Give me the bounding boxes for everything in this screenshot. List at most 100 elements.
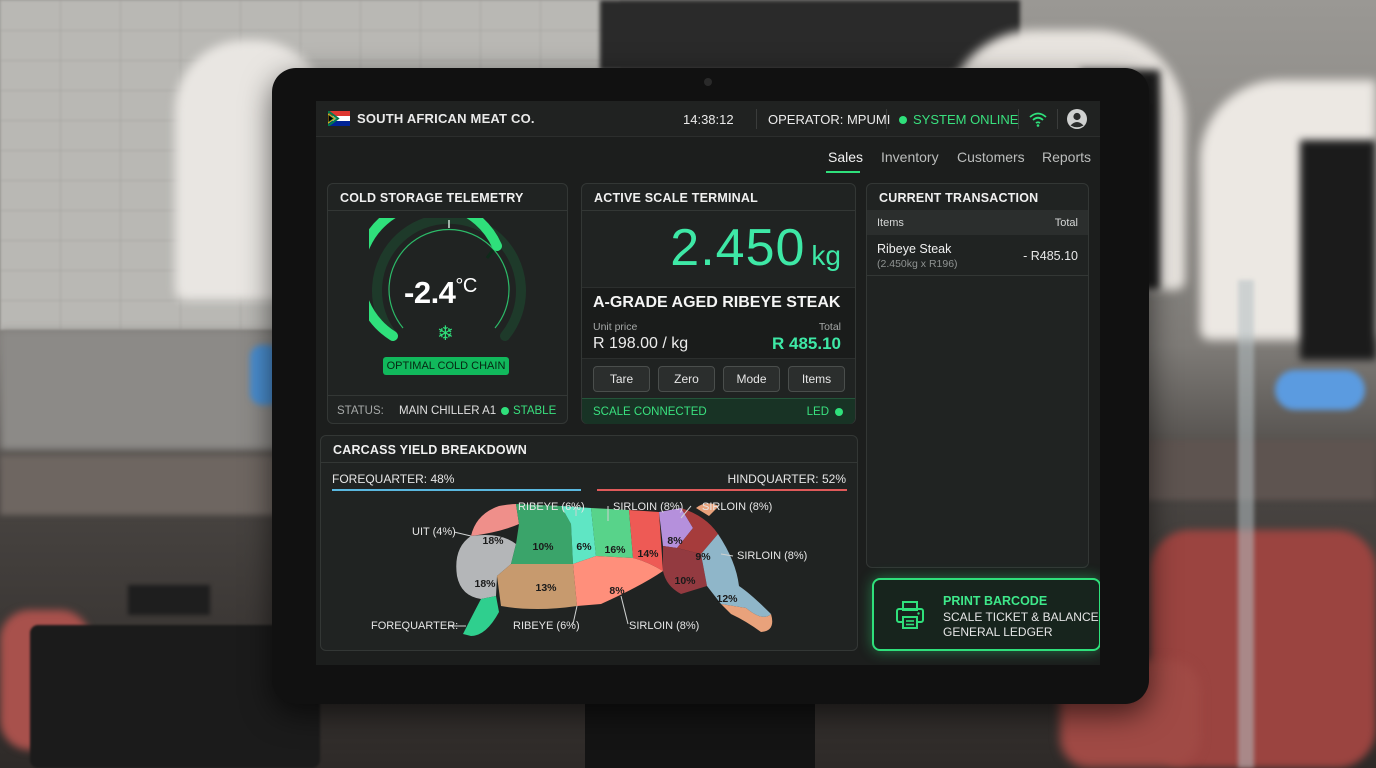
carcass-title: CARCASS YIELD BREAKDOWN bbox=[333, 443, 527, 457]
print-barcode-label: PRINT BARCODE bbox=[943, 594, 1048, 608]
scale-terminal-panel: ACTIVE SCALE TERMINAL 2.450 kg A-GRADE AG… bbox=[581, 183, 856, 424]
apron bbox=[1300, 140, 1376, 360]
tab-sales[interactable]: Sales bbox=[828, 149, 863, 165]
pos-screen: SOUTH AFRICAN MEAT CO. 14:38:12 OPERATOR… bbox=[316, 101, 1100, 665]
divider bbox=[1018, 109, 1019, 129]
temperature-readout: -2.4°C bbox=[404, 275, 477, 311]
system-status: SYSTEM ONLINE bbox=[899, 112, 1018, 127]
carcass-map: 18% 18% 10% 13% 6% 16% 14% 8% 9% 10% 12%… bbox=[371, 501, 807, 636]
item-detail: (2.450kg x R196) bbox=[877, 258, 958, 270]
tab-reports[interactable]: Reports bbox=[1042, 149, 1091, 165]
led-label: LED bbox=[806, 406, 829, 418]
transaction-panel: CURRENT TRANSACTION Items Total Ribeye S… bbox=[866, 183, 1089, 568]
pos-tablet: SOUTH AFRICAN MEAT CO. 14:38:12 OPERATOR… bbox=[272, 68, 1149, 704]
cold-status-bar: STATUS: MAIN CHILLER A1 STABLE bbox=[328, 395, 567, 424]
status-dot-icon bbox=[899, 115, 907, 124]
segment-label: 9% bbox=[695, 551, 711, 563]
scale-buttons: Tare Zero Mode Items bbox=[593, 366, 845, 392]
brand-name: SOUTH AFRICAN MEAT CO. bbox=[357, 111, 535, 126]
snowflake-icon: ❄ bbox=[437, 323, 454, 345]
transaction-row[interactable]: Ribeye Steak (2.450kg x R196) - R485.10 bbox=[867, 236, 1088, 276]
status-dot-icon bbox=[501, 407, 509, 415]
weight-readout: 2.450 kg bbox=[670, 218, 841, 278]
segment-label: 8% bbox=[667, 535, 683, 547]
print-ledger-label: GENERAL LEDGER bbox=[943, 625, 1053, 639]
segment-label: 18% bbox=[474, 578, 496, 590]
scale-title: ACTIVE SCALE TERMINAL bbox=[594, 191, 758, 205]
system-status-label: SYSTEM ONLINE bbox=[913, 112, 1019, 127]
top-bar: SOUTH AFRICAN MEAT CO. 14:38:12 OPERATOR… bbox=[316, 101, 1100, 137]
scale-connection: SCALE CONNECTED bbox=[593, 406, 707, 418]
mode-button[interactable]: Mode bbox=[723, 366, 780, 392]
callout-uit: UIT (4%) bbox=[412, 526, 456, 538]
carcass-segment[interactable] bbox=[463, 596, 499, 636]
callout-ribeye-bottom: RIBEYE (6%) bbox=[513, 620, 580, 632]
callout-forequarter: FOREQUARTER: bbox=[371, 620, 458, 632]
price-tag bbox=[128, 585, 210, 615]
forequarter-label: FOREQUARTER: 48% bbox=[332, 472, 455, 486]
callout-sirloin-top: SIRLOIN (8%) bbox=[613, 501, 683, 513]
product-name: A-GRADE AGED RIBEYE STEAK bbox=[593, 294, 841, 311]
glass-post bbox=[1238, 280, 1254, 768]
print-ticket-label: SCALE TICKET & BALANCE bbox=[943, 610, 1099, 624]
item-name: Ribeye Steak bbox=[877, 242, 952, 256]
items-button[interactable]: Items bbox=[788, 366, 845, 392]
panel-divider bbox=[321, 462, 857, 463]
divider bbox=[1057, 109, 1058, 129]
panel-divider bbox=[582, 210, 855, 211]
segment-label: 14% bbox=[637, 548, 659, 560]
counter-right bbox=[1140, 440, 1376, 500]
callout-sirloin-right: SIRLOIN (8%) bbox=[737, 550, 807, 562]
transaction-title: CURRENT TRANSACTION bbox=[879, 191, 1039, 205]
cold-storage-title: COLD STORAGE TELEMETRY bbox=[340, 191, 524, 205]
chiller-state: STABLE bbox=[501, 405, 556, 417]
temperature-value: -2.4 bbox=[404, 275, 456, 310]
weight-unit: kg bbox=[811, 240, 841, 271]
segment-label: 8% bbox=[609, 585, 625, 597]
hindquarter-bar bbox=[597, 489, 847, 491]
carcass-yield-panel: 18% 18% 10% 13% 6% 16% 14% 8% 9% 10% 12%… bbox=[320, 435, 858, 651]
callout-sirloin-bottom: SIRLOIN (8%) bbox=[629, 620, 699, 632]
segment-label: 10% bbox=[532, 541, 554, 553]
scale-status-bar: SCALE CONNECTED LED bbox=[582, 398, 855, 424]
product-info: A-GRADE AGED RIBEYE STEAK Unit price R 1… bbox=[582, 287, 855, 359]
tare-button[interactable]: Tare bbox=[593, 366, 650, 392]
panel-divider bbox=[328, 210, 567, 211]
callout-sirloin-top-right: SIRLOIN (8%) bbox=[702, 501, 772, 513]
segment-label: 16% bbox=[604, 544, 626, 556]
divider bbox=[756, 109, 757, 129]
temperature-unit: °C bbox=[455, 275, 477, 297]
chiller-state-label: STABLE bbox=[513, 405, 557, 417]
clock: 14:38:12 bbox=[683, 112, 734, 127]
counter-left bbox=[0, 455, 290, 515]
weight-value: 2.450 bbox=[670, 219, 806, 277]
led-indicator: LED bbox=[807, 406, 843, 418]
hindquarter-label: HINDQUARTER: 52% bbox=[727, 472, 846, 486]
forequarter-bar bbox=[332, 489, 581, 491]
user-icon[interactable] bbox=[1066, 108, 1088, 130]
tab-customers[interactable]: Customers bbox=[957, 149, 1025, 165]
carcass-segment[interactable] bbox=[511, 504, 573, 564]
callout-ribeye-top: RIBEYE (6%) bbox=[518, 501, 585, 513]
total-column-header: Total bbox=[1054, 217, 1078, 229]
tab-inventory[interactable]: Inventory bbox=[881, 149, 939, 165]
glove bbox=[1275, 370, 1365, 410]
segment-label: 18% bbox=[482, 535, 504, 547]
transaction-header: Items Total bbox=[867, 210, 1088, 235]
active-tab-indicator bbox=[826, 171, 860, 173]
led-dot-icon bbox=[835, 408, 843, 416]
segment-label: 10% bbox=[674, 575, 696, 587]
printer-icon bbox=[896, 601, 924, 629]
segment-label: 12% bbox=[716, 593, 738, 605]
zero-button[interactable]: Zero bbox=[658, 366, 715, 392]
items-column-header: Items bbox=[877, 217, 904, 229]
cold-storage-panel: COLD STORAGE TELEMETRY -2.4°C ❄ OPTIMAL … bbox=[327, 183, 568, 424]
carcass-segment[interactable] bbox=[471, 504, 519, 536]
wifi-icon[interactable] bbox=[1028, 110, 1048, 128]
print-barcode-button[interactable]: PRINT BARCODE SCALE TICKET & BALANCE GEN… bbox=[872, 578, 1100, 651]
steel-counter bbox=[0, 330, 280, 450]
unit-price-value: R 198.00 / kg bbox=[593, 335, 689, 352]
dark-wall bbox=[600, 0, 1020, 70]
divider bbox=[886, 109, 887, 129]
cold-chain-badge: OPTIMAL COLD CHAIN bbox=[383, 357, 509, 375]
